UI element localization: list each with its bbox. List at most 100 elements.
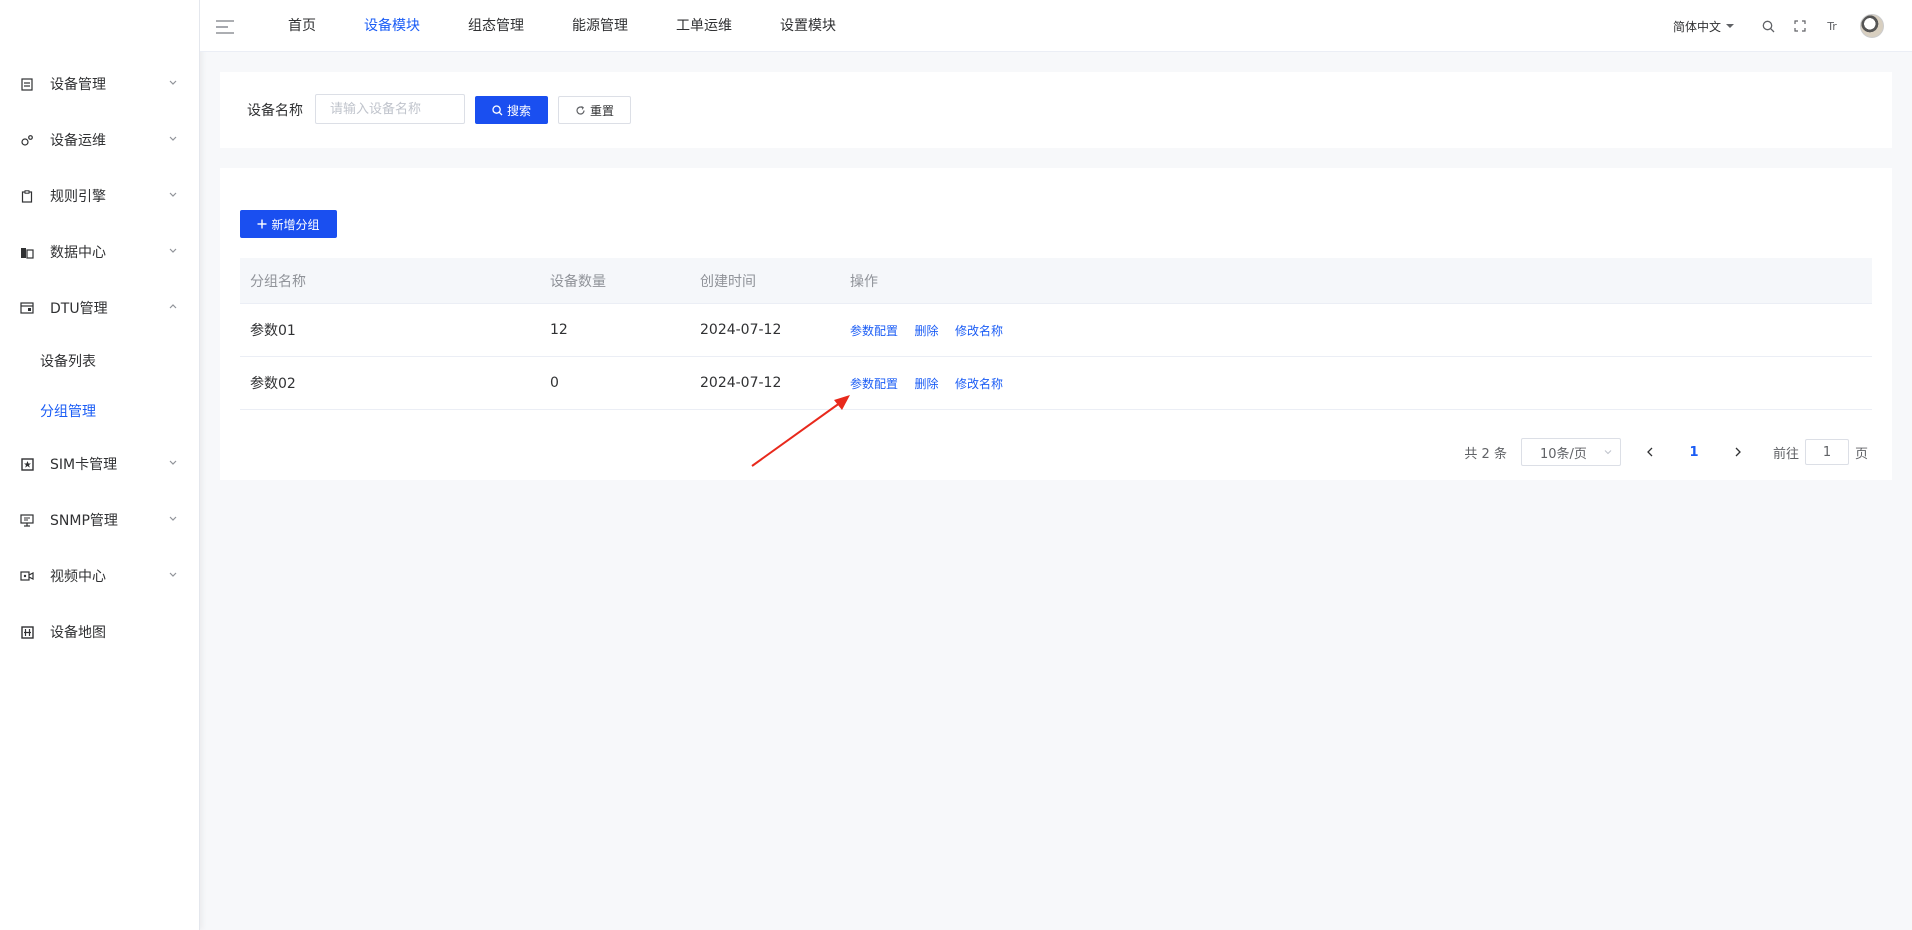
column-header-actions: 操作 <box>850 273 878 290</box>
sidebar-item-sim-management[interactable]: SIM卡管理 <box>0 436 200 492</box>
sidebar-item-label: SNMP管理 <box>50 513 118 529</box>
table-header: 分组名称 设备数量 创建时间 操作 <box>240 258 1872 304</box>
language-select[interactable]: 简体中文 <box>1673 18 1734 35</box>
chevron-left-icon <box>1647 447 1653 457</box>
sidebar-item-rule-engine[interactable]: 规则引擎 <box>0 168 200 224</box>
sidebar-item-label: 设备地图 <box>50 625 106 641</box>
sidebar-item-data-center[interactable]: 数据中心 <box>0 224 200 280</box>
caret-down-icon <box>1726 24 1734 28</box>
page-number-current[interactable]: 1 <box>1679 445 1709 460</box>
chevron-down-icon <box>169 516 177 521</box>
video-icon <box>20 569 34 583</box>
font-size-icon[interactable]: Tr <box>1825 19 1839 33</box>
param-config-link[interactable]: 参数配置 <box>850 377 898 391</box>
reset-button[interactable]: 重置 <box>558 96 631 124</box>
actions-cell: 参数配置 删除 修改名称 <box>840 322 1872 339</box>
refresh-icon <box>575 105 586 116</box>
sim-icon <box>20 457 34 471</box>
search-button-label: 搜索 <box>506 103 531 118</box>
created-time-cell: 2024-07-12 <box>700 375 782 391</box>
page-size-label: 10条/页 <box>1539 446 1587 462</box>
sidebar-item-label: 设备管理 <box>50 77 106 93</box>
sidebar: 设备管理 设备运维 规则引擎 数据中心 DTU管理 设备列表 分组管理 SIM卡… <box>0 0 200 930</box>
goto-page-input[interactable] <box>1804 439 1849 465</box>
sidebar-item-device-management[interactable]: 设备管理 <box>0 56 200 112</box>
nav-energy[interactable]: 能源管理 <box>548 0 652 52</box>
chevron-down-icon <box>169 192 177 197</box>
chevron-right-icon <box>1735 447 1741 457</box>
created-time-cell: 2024-07-12 <box>700 322 782 338</box>
top-nav: 首页 设备模块 组态管理 能源管理 工单运维 设置模块 <box>264 0 860 52</box>
device-name-label: 设备名称 <box>247 103 303 119</box>
sidebar-item-label: 设备运维 <box>50 133 106 149</box>
fullscreen-icon[interactable] <box>1793 19 1807 33</box>
device-count-cell: 12 <box>550 322 568 338</box>
sidebar-item-device-map[interactable]: 设备地图 <box>0 604 200 660</box>
chevron-down-icon <box>1604 450 1612 455</box>
sidebar-item-label: DTU管理 <box>50 301 108 317</box>
goto-prefix: 前往 <box>1772 446 1799 462</box>
nav-device-module[interactable]: 设备模块 <box>340 0 444 52</box>
sidebar-subitem-group-management[interactable]: 分组管理 <box>0 386 200 436</box>
search-icon[interactable] <box>1761 19 1775 33</box>
add-group-button-label: 新增分组 <box>271 217 320 232</box>
page-size-select[interactable]: 10条/页 <box>1520 438 1621 466</box>
prev-page-button[interactable] <box>1635 438 1665 466</box>
sidebar-subitem-device-list[interactable]: 设备列表 <box>0 336 200 386</box>
sidebar-item-label: 数据中心 <box>50 245 106 261</box>
group-name-cell: 参数02 <box>250 376 296 392</box>
column-header-group-name: 分组名称 <box>250 273 306 290</box>
top-right-tools: 简体中文 Tr <box>1673 0 1884 52</box>
search-icon <box>492 104 503 116</box>
map-grid-icon <box>20 625 34 639</box>
chevron-down-icon <box>169 460 177 465</box>
rename-link[interactable]: 修改名称 <box>955 377 1003 391</box>
dtu-icon <box>20 301 34 315</box>
maintenance-icon <box>20 133 34 147</box>
nav-settings-module[interactable]: 设置模块 <box>756 0 860 52</box>
sidebar-item-device-maintenance[interactable]: 设备运维 <box>0 112 200 168</box>
actions-cell: 参数配置 删除 修改名称 <box>840 375 1872 392</box>
search-button[interactable]: 搜索 <box>475 96 548 124</box>
goto-suffix: 页 <box>1854 446 1868 462</box>
sidebar-item-dtu-management[interactable]: DTU管理 <box>0 280 200 336</box>
pagination-total: 共 2 条 <box>1464 446 1507 462</box>
hamburger-menu-icon[interactable] <box>216 19 234 35</box>
chevron-down-icon <box>169 572 177 577</box>
chevron-up-icon <box>169 304 177 309</box>
monitor-icon <box>20 513 34 527</box>
param-config-link[interactable]: 参数配置 <box>850 324 898 338</box>
delete-link[interactable]: 删除 <box>914 377 938 391</box>
sidebar-item-snmp-management[interactable]: SNMP管理 <box>0 492 200 548</box>
reset-button-label: 重置 <box>589 103 614 118</box>
top-bar: 首页 设备模块 组态管理 能源管理 工单运维 设置模块 简体中文 Tr <box>200 0 1912 52</box>
delete-link[interactable]: 删除 <box>914 324 938 338</box>
search-panel: 设备名称 搜索 重置 <box>220 72 1892 148</box>
chevron-down-icon <box>169 248 177 253</box>
column-header-created-time: 创建时间 <box>700 273 756 290</box>
add-group-button[interactable]: 新增分组 <box>240 210 337 238</box>
sidebar-item-video-center[interactable]: 视频中心 <box>0 548 200 604</box>
nav-work-order[interactable]: 工单运维 <box>652 0 756 52</box>
user-avatar[interactable] <box>1860 14 1884 38</box>
plus-icon <box>257 219 267 229</box>
pagination: 共 2 条 10条/页 1 前往 页 <box>1464 438 1868 466</box>
rename-link[interactable]: 修改名称 <box>955 324 1003 338</box>
device-count-cell: 0 <box>550 375 559 391</box>
table-row: 参数02 0 2024-07-12 参数配置 删除 修改名称 <box>240 357 1872 410</box>
nav-home[interactable]: 首页 <box>264 0 340 52</box>
table-row: 参数01 12 2024-07-12 参数配置 删除 修改名称 <box>240 304 1872 357</box>
sidebar-menu: 设备管理 设备运维 规则引擎 数据中心 DTU管理 设备列表 分组管理 SIM卡… <box>0 56 200 660</box>
next-page-button[interactable] <box>1723 438 1753 466</box>
clipboard-icon <box>20 189 34 203</box>
device-name-input[interactable] <box>315 94 465 124</box>
sidebar-item-label: 规则引擎 <box>50 189 106 205</box>
language-label: 简体中文 <box>1672 19 1721 34</box>
sidebar-item-label: 视频中心 <box>50 569 106 585</box>
group-name-cell: 参数01 <box>250 323 296 339</box>
chevron-down-icon <box>169 136 177 141</box>
database-icon <box>20 245 34 259</box>
annotation-arrow <box>751 395 850 467</box>
column-header-device-count: 设备数量 <box>550 273 606 290</box>
nav-configuration[interactable]: 组态管理 <box>444 0 548 52</box>
